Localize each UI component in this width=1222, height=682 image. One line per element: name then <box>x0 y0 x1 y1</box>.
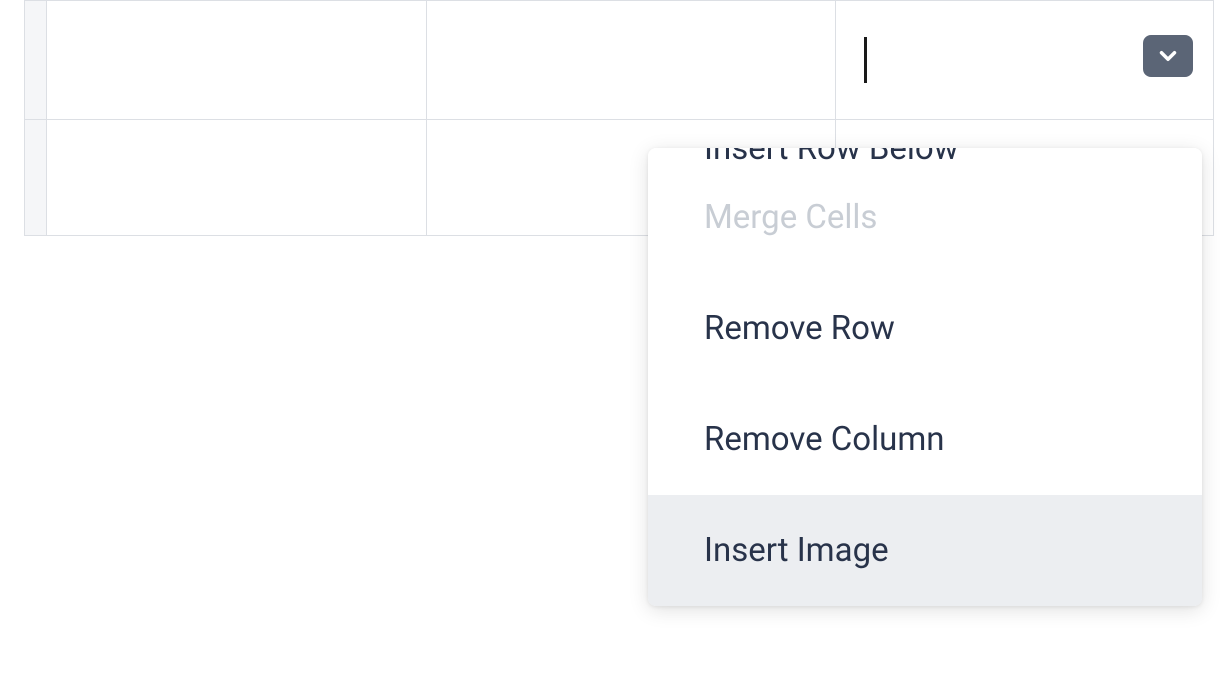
table-cell-active[interactable] <box>835 1 1213 120</box>
row-handle[interactable] <box>25 120 47 236</box>
row-handle[interactable] <box>25 1 47 120</box>
text-cursor <box>864 37 867 83</box>
chevron-down-icon <box>1155 43 1181 69</box>
menu-item-remove-row[interactable]: Remove Row <box>648 273 1202 384</box>
table-cell[interactable] <box>427 1 835 120</box>
table-row <box>25 1 1214 120</box>
cell-menu-button[interactable] <box>1143 35 1193 77</box>
table-cell[interactable] <box>47 120 427 236</box>
menu-item-insert-row-below[interactable]: Insert Row Below <box>648 148 1202 162</box>
menu-item-insert-image[interactable]: Insert Image <box>648 495 1202 606</box>
menu-item-remove-column[interactable]: Remove Column <box>648 384 1202 495</box>
menu-item-merge-cells: Merge Cells <box>648 162 1202 273</box>
table-cell[interactable] <box>47 1 427 120</box>
cell-context-menu: Insert Row Below Merge Cells Remove Row … <box>648 148 1202 606</box>
